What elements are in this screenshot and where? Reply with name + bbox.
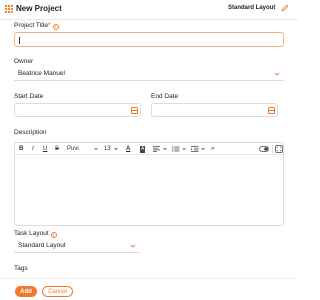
chevron-down-icon bbox=[114, 147, 118, 151]
chevron-down-icon bbox=[182, 147, 186, 151]
form-header: New Project Standard Layout bbox=[0, 0, 298, 20]
strikethrough-button[interactable]: S bbox=[55, 145, 59, 153]
app-grid-icon[interactable] bbox=[5, 5, 13, 13]
font-family-select[interactable]: Puvi bbox=[67, 145, 79, 153]
owner-select[interactable]: Beatrice Manuel bbox=[14, 67, 284, 81]
end-date-label: End Date bbox=[151, 93, 179, 100]
project-title-input[interactable] bbox=[14, 32, 284, 47]
owner-value: Beatrice Manuel bbox=[18, 70, 65, 77]
toggle-icon[interactable] bbox=[259, 145, 269, 153]
task-layout-value: Standard Layout bbox=[18, 242, 66, 249]
highlight-color-button[interactable]: A bbox=[140, 146, 146, 153]
text-cursor bbox=[19, 37, 20, 44]
cancel-button[interactable]: Cancel bbox=[42, 286, 73, 297]
bullet-list-icon[interactable] bbox=[172, 146, 180, 152]
info-icon[interactable]: i bbox=[52, 23, 59, 30]
fullscreen-icon[interactable] bbox=[275, 145, 283, 153]
font-color-button[interactable]: A bbox=[126, 145, 130, 153]
footer-divider bbox=[0, 278, 298, 279]
calendar-icon[interactable] bbox=[131, 107, 138, 114]
end-date-input[interactable] bbox=[151, 103, 278, 117]
layout-selector-button[interactable]: Standard Layout bbox=[228, 5, 275, 11]
more-options-button[interactable]: » bbox=[211, 145, 214, 153]
font-size-select[interactable]: 13 bbox=[104, 145, 111, 153]
start-date-label: Start Date bbox=[14, 93, 44, 100]
start-date-input[interactable] bbox=[14, 103, 141, 117]
task-layout-label: Task Layout i bbox=[14, 230, 57, 238]
owner-label: Owner bbox=[14, 58, 34, 65]
task-layout-select[interactable]: Standard Layout bbox=[14, 239, 140, 253]
project-title-label: Project Title* i bbox=[14, 22, 59, 30]
description-label: Description bbox=[14, 129, 47, 136]
bold-button[interactable]: B bbox=[19, 145, 23, 153]
italic-button[interactable]: I bbox=[32, 145, 34, 153]
chevron-down-icon bbox=[94, 147, 98, 151]
page-title: New Project bbox=[16, 4, 62, 13]
indent-icon[interactable] bbox=[191, 146, 199, 152]
underline-button[interactable]: U bbox=[43, 145, 47, 153]
chevron-down-icon bbox=[130, 244, 136, 248]
pencil-icon[interactable] bbox=[280, 3, 290, 13]
description-editor[interactable]: B I U S Puvi 13 A A » bbox=[14, 142, 284, 226]
tags-label: Tags bbox=[14, 265, 28, 272]
chevron-down-icon bbox=[201, 147, 205, 151]
add-button[interactable]: Add bbox=[15, 286, 37, 297]
info-icon[interactable]: i bbox=[50, 231, 57, 238]
calendar-icon[interactable] bbox=[268, 107, 275, 114]
chevron-down-icon bbox=[274, 72, 280, 76]
align-left-icon[interactable] bbox=[153, 146, 161, 152]
editor-toolbar: B I U S Puvi 13 A A » bbox=[15, 143, 283, 155]
chevron-down-icon bbox=[163, 147, 167, 151]
